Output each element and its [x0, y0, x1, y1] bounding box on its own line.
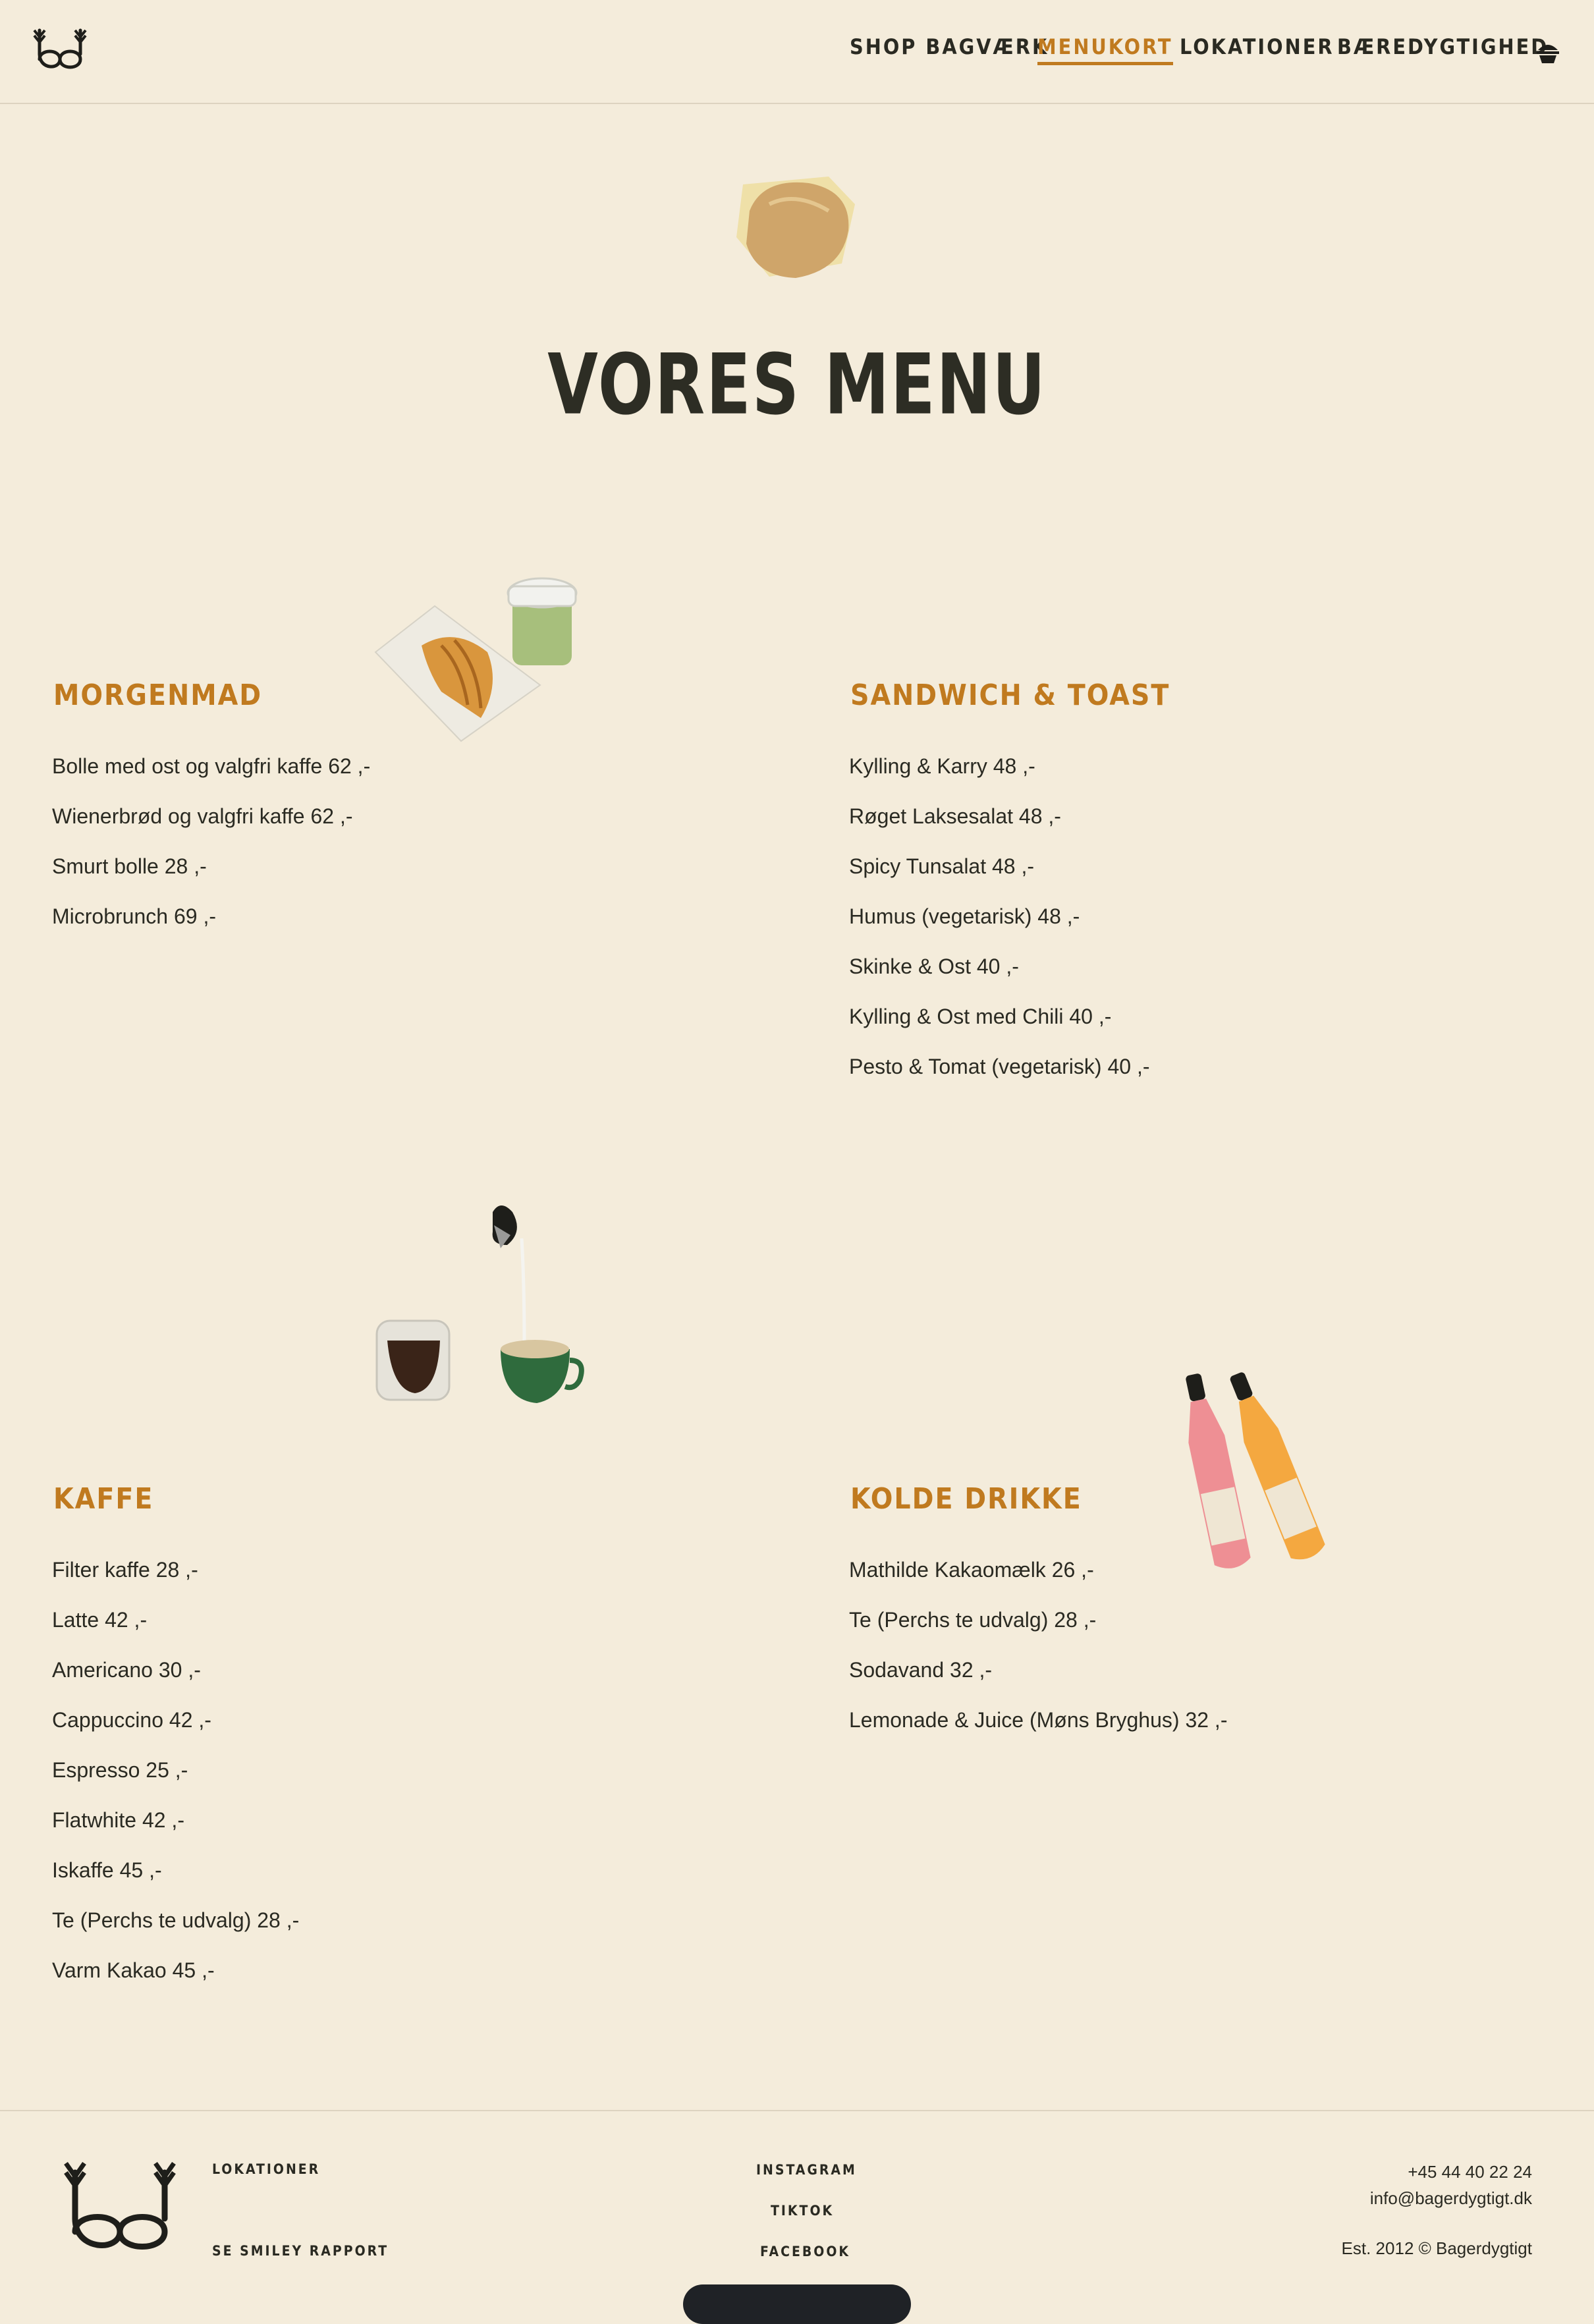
footer-link-instagram[interactable]: INSTAGRAM	[756, 2162, 857, 2178]
menu-item: Te (Perchs te udvalg) 28 ,-	[849, 1608, 1097, 1632]
footer-copyright: Est. 2012 © Bagerdygtigt	[1341, 2238, 1532, 2258]
site-header: SHOP BAGVÆRK MENUKORT LOKATIONER BÆREDYG…	[0, 0, 1594, 104]
footer-logo-icon[interactable]	[61, 2159, 179, 2258]
menu-item: Humus (vegetarisk) 48 ,-	[849, 904, 1080, 928]
menu-item: Mathilde Kakaomælk 26 ,-	[849, 1558, 1094, 1582]
basket-icon[interactable]	[1535, 38, 1560, 65]
section-title-kaffe: KAFFE	[53, 1482, 154, 1516]
footer-email[interactable]: info@bagerdygtigt.dk	[1370, 2188, 1532, 2209]
footer-phone[interactable]: +45 44 40 22 24	[1408, 2162, 1532, 2182]
menu-item: Te (Perchs te udvalg) 28 ,-	[52, 1908, 300, 1932]
bread-illustration	[736, 177, 855, 278]
menu-item: Sodavand 32 ,-	[849, 1658, 993, 1682]
section-title-morgenmad: MORGENMAD	[53, 678, 263, 712]
menu-list-morgenmad: Bolle med ost og valgfri kaffe 62 ,- Wie…	[52, 741, 370, 941]
menu-item: Cappuccino 42 ,-	[52, 1708, 211, 1732]
bakery-logo-icon[interactable]	[32, 28, 88, 72]
menu-item: Spicy Tunsalat 48 ,-	[849, 854, 1035, 878]
footer-link-lokationer[interactable]: LOKATIONER	[212, 2161, 320, 2177]
menu-list-kaffe: Filter kaffe 28 ,- Latte 42 ,- Americano…	[52, 1545, 299, 1995]
menu-item: Røget Laksesalat 48 ,-	[849, 804, 1061, 828]
menu-list-sandwich: Kylling & Karry 48 ,- Røget Laksesalat 4…	[849, 741, 1149, 1092]
section-title-kolde-drikke: KOLDE DRIKKE	[850, 1482, 1082, 1516]
menu-item: Varm Kakao 45 ,-	[52, 1958, 215, 1982]
croissant-coffee-illustration	[374, 577, 578, 742]
menu-item: Filter kaffe 28 ,-	[52, 1558, 198, 1582]
menu-item: Espresso 25 ,-	[52, 1758, 188, 1782]
menu-list-kolde-drikke: Mathilde Kakaomælk 26 ,- Te (Perchs te u…	[849, 1545, 1227, 1745]
menu-item: Microbrunch 69 ,-	[52, 904, 216, 928]
footer-link-tiktok[interactable]: TIKTOK	[771, 2203, 834, 2219]
section-title-sandwich: SANDWICH & TOAST	[850, 678, 1170, 712]
nav-menukort[interactable]: MENUKORT	[1037, 34, 1173, 65]
coffee-cups-illustration	[375, 1205, 584, 1403]
menu-item: Kylling & Ost med Chili 40 ,-	[849, 1005, 1112, 1028]
menu-item: Bolle med ost og valgfri kaffe 62 ,-	[52, 754, 371, 778]
menu-item: Pesto & Tomat (vegetarisk) 40 ,-	[849, 1055, 1150, 1078]
menu-item: Kylling & Karry 48 ,-	[849, 754, 1035, 778]
menu-item: Skinke & Ost 40 ,-	[849, 954, 1019, 978]
menu-item: Americano 30 ,-	[52, 1658, 201, 1682]
nav-lokationer[interactable]: LOKATIONER	[1180, 34, 1334, 59]
menu-item: Iskaffe 45 ,-	[52, 1858, 162, 1882]
menu-item: Latte 42 ,-	[52, 1608, 148, 1632]
floating-toolbar[interactable]	[683, 2284, 911, 2324]
menu-item: Smurt bolle 28 ,-	[52, 854, 207, 878]
nav-shop-bagvaerk[interactable]: SHOP BAGVÆRK	[850, 34, 1049, 59]
page-title: VORES MENU	[547, 336, 1047, 433]
menu-item: Lemonade & Juice (Møns Bryghus) 32 ,-	[849, 1708, 1228, 1732]
menu-item: Wienerbrød og valgfri kaffe 62 ,-	[52, 804, 353, 828]
menu-item: Flatwhite 42 ,-	[52, 1808, 184, 1832]
footer-link-smiley-rapport[interactable]: SE SMILEY RAPPORT	[212, 2243, 389, 2259]
footer-link-facebook[interactable]: FACEBOOK	[760, 2244, 850, 2259]
nav-baeredygtighed[interactable]: BÆREDYGTIGHED	[1337, 34, 1549, 59]
